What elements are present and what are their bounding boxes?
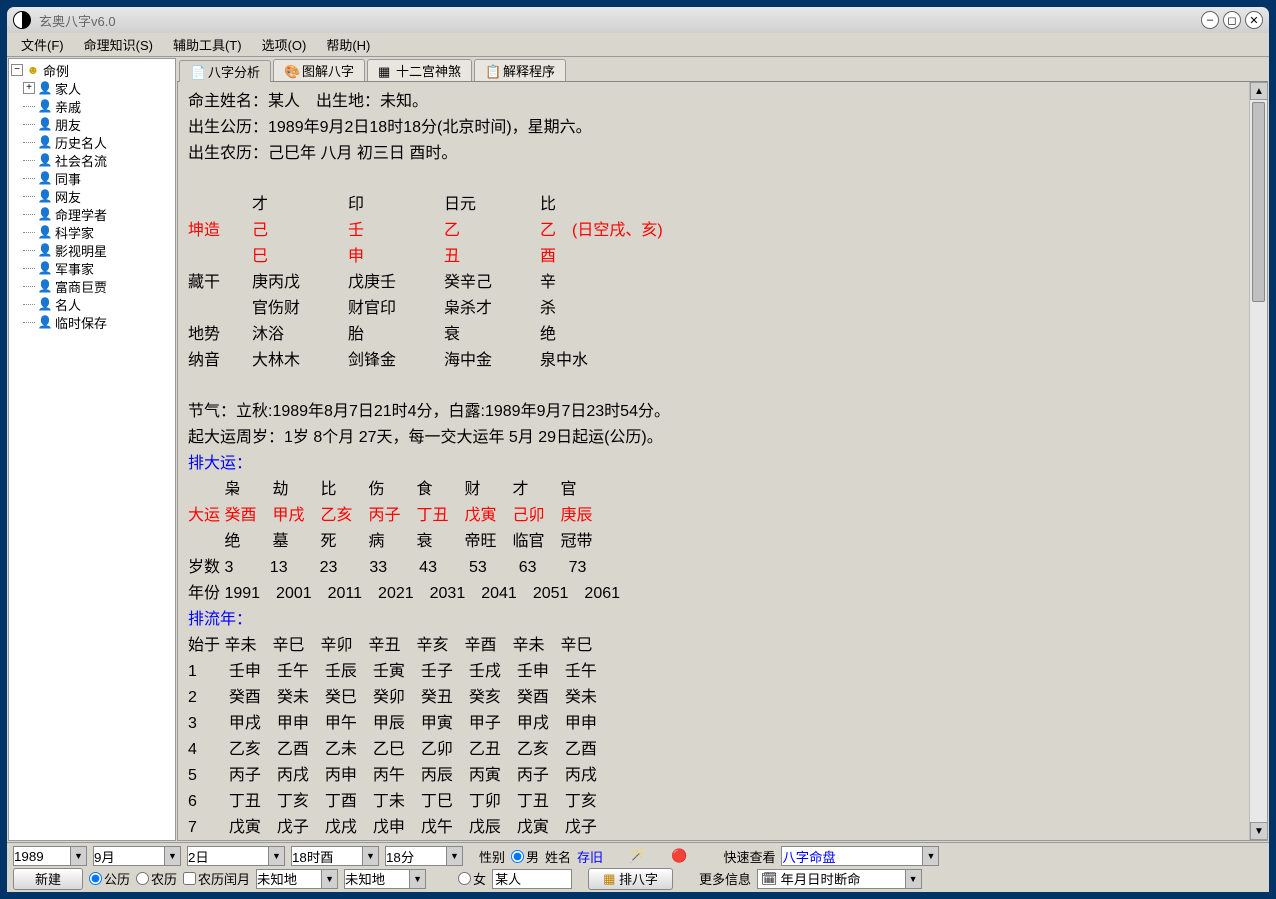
quick-view-combo[interactable]: ▼ (781, 846, 939, 866)
red-circle-icon[interactable]: 🔴 (671, 848, 687, 864)
grid-icon: ▦ (603, 871, 615, 887)
tab-twelve-palaces[interactable]: ▦十二宫神煞 (367, 59, 472, 81)
chevron-down-icon: ▼ (409, 870, 425, 888)
person-icon: 👤 (37, 206, 53, 222)
tree-item[interactable]: +👤家人 (11, 79, 173, 97)
document-icon: 📄 (190, 65, 204, 79)
tree-item[interactable]: 👤同事 (11, 169, 173, 187)
tree-item[interactable]: 👤命理学者 (11, 205, 173, 223)
chevron-down-icon: ▼ (362, 847, 378, 865)
vertical-scrollbar[interactable]: ▲ ▼ (1249, 82, 1267, 840)
scroll-up-button[interactable]: ▲ (1250, 82, 1268, 100)
gender-male-radio[interactable]: 男 (511, 847, 539, 866)
gender-female-radio[interactable]: 女 (458, 869, 486, 888)
tree-item[interactable]: 👤影视明星 (11, 241, 173, 259)
calendar-icon: 🗓 (758, 871, 781, 887)
window-title: 玄奥八字v6.0 (39, 11, 116, 30)
month-combo[interactable]: ▼ (93, 846, 181, 866)
pai-bazi-button[interactable]: ▦ 排八字 (588, 868, 673, 890)
leap-month-checkbox[interactable]: 农历闰月 (183, 869, 250, 888)
name-input[interactable] (492, 869, 572, 889)
tab-strip: 📄八字分析 🎨图解八字 ▦十二宫神煞 📋解释程序 (177, 58, 1268, 82)
tab-graphic-bazi[interactable]: 🎨图解八字 (273, 59, 365, 81)
menu-options[interactable]: 选项(O) (254, 33, 315, 56)
tab-explain-program[interactable]: 📋解释程序 (474, 59, 566, 81)
person-icon: 👤 (37, 242, 53, 258)
menu-file[interactable]: 文件(F) (13, 33, 72, 56)
smiley-icon: ☻ (25, 62, 41, 78)
minimize-button[interactable]: – (1201, 11, 1219, 29)
tree-item[interactable]: 👤富商巨贾 (11, 277, 173, 295)
chevron-down-icon: ▼ (446, 847, 462, 865)
person-icon: 👤 (37, 188, 53, 204)
menu-tools[interactable]: 辅助工具(T) (165, 33, 250, 56)
maximize-button[interactable]: ◻ (1223, 11, 1241, 29)
person-icon: 👤 (37, 224, 53, 240)
more-info-combo[interactable]: 🗓▼ (757, 869, 922, 889)
titlebar: 玄奥八字v6.0 – ◻ ✕ (7, 7, 1269, 33)
chevron-down-icon: ▼ (922, 847, 938, 865)
person-icon: 👤 (37, 314, 53, 330)
day-combo[interactable]: ▼ (187, 846, 285, 866)
scroll-thumb[interactable] (1252, 102, 1265, 302)
tree-item[interactable]: 👤科学家 (11, 223, 173, 241)
minute-combo[interactable]: ▼ (385, 846, 463, 866)
tree-panel[interactable]: − ☻ 命例 +👤家人 👤亲戚 👤朋友 👤历史名人 👤社会名流 👤同事 👤网友 … (8, 58, 176, 841)
collapse-icon[interactable]: − (11, 64, 23, 76)
person-icon: 👤 (37, 260, 53, 276)
list-icon: 📋 (485, 64, 499, 78)
person-icon: 👤 (37, 278, 53, 294)
tree-root[interactable]: − ☻ 命例 (11, 61, 173, 79)
tree-item[interactable]: 👤历史名人 (11, 133, 173, 151)
menubar: 文件(F) 命理知识(S) 辅助工具(T) 选项(O) 帮助(H) (7, 33, 1269, 57)
wand-icon[interactable]: 🪄 (629, 848, 645, 864)
bottom-toolbar: ▼ ▼ ▼ ▼ ▼ 性别 男 姓名 存旧 🪄 🔴 快速查看 ▼ 新建 公历 农历… (7, 842, 1269, 892)
person-icon: 👤 (37, 134, 53, 150)
gender-label: 性别 (479, 847, 505, 866)
tree-item[interactable]: 👤临时保存 (11, 313, 173, 331)
tree-item[interactable]: 👤军事家 (11, 259, 173, 277)
name-label: 姓名 (545, 847, 571, 866)
person-icon: 👤 (37, 152, 53, 168)
quick-view-label: 快速查看 (723, 847, 775, 866)
place2-combo[interactable]: ▼ (344, 869, 426, 889)
menu-knowledge[interactable]: 命理知识(S) (76, 33, 161, 56)
person-icon: 👤 (37, 116, 53, 132)
grid-icon: ▦ (378, 64, 392, 78)
chart-icon: 🎨 (284, 64, 298, 78)
more-info-label: 更多信息 (699, 869, 751, 888)
person-icon: 👤 (37, 98, 53, 114)
hour-combo[interactable]: ▼ (291, 846, 379, 866)
calendar-solar-radio[interactable]: 公历 (89, 869, 130, 888)
new-button[interactable]: 新建 (13, 868, 83, 890)
tree-item[interactable]: 👤朋友 (11, 115, 173, 133)
app-icon (13, 11, 31, 29)
tree-item[interactable]: 👤亲戚 (11, 97, 173, 115)
tree-item[interactable]: 👤社会名流 (11, 151, 173, 169)
content-area: 命主姓名：某人 出生地：未知。 出生公历：1989年9月2日18时18分(北京时… (177, 82, 1268, 841)
calendar-lunar-radio[interactable]: 农历 (136, 869, 177, 888)
chevron-down-icon: ▼ (321, 870, 337, 888)
chevron-down-icon: ▼ (70, 847, 86, 865)
year-combo[interactable]: ▼ (13, 846, 87, 866)
tab-bazi-analysis[interactable]: 📄八字分析 (179, 60, 271, 82)
save-old-link[interactable]: 存旧 (577, 847, 603, 866)
menu-help[interactable]: 帮助(H) (318, 33, 378, 56)
tree-item[interactable]: 👤名人 (11, 295, 173, 313)
analysis-text: 命主姓名：某人 出生地：未知。 出生公历：1989年9月2日18时18分(北京时… (188, 88, 1239, 840)
close-button[interactable]: ✕ (1245, 11, 1263, 29)
scroll-down-button[interactable]: ▼ (1250, 822, 1268, 840)
chevron-down-icon: ▼ (164, 847, 180, 865)
person-icon: 👤 (37, 170, 53, 186)
tree-root-label: 命例 (43, 61, 69, 80)
person-icon: 👤 (37, 80, 53, 96)
person-icon: 👤 (37, 296, 53, 312)
tree-item[interactable]: 👤网友 (11, 187, 173, 205)
chevron-down-icon: ▼ (268, 847, 284, 865)
chevron-down-icon: ▼ (905, 870, 921, 888)
expand-icon[interactable]: + (23, 82, 35, 94)
place1-combo[interactable]: ▼ (256, 869, 338, 889)
